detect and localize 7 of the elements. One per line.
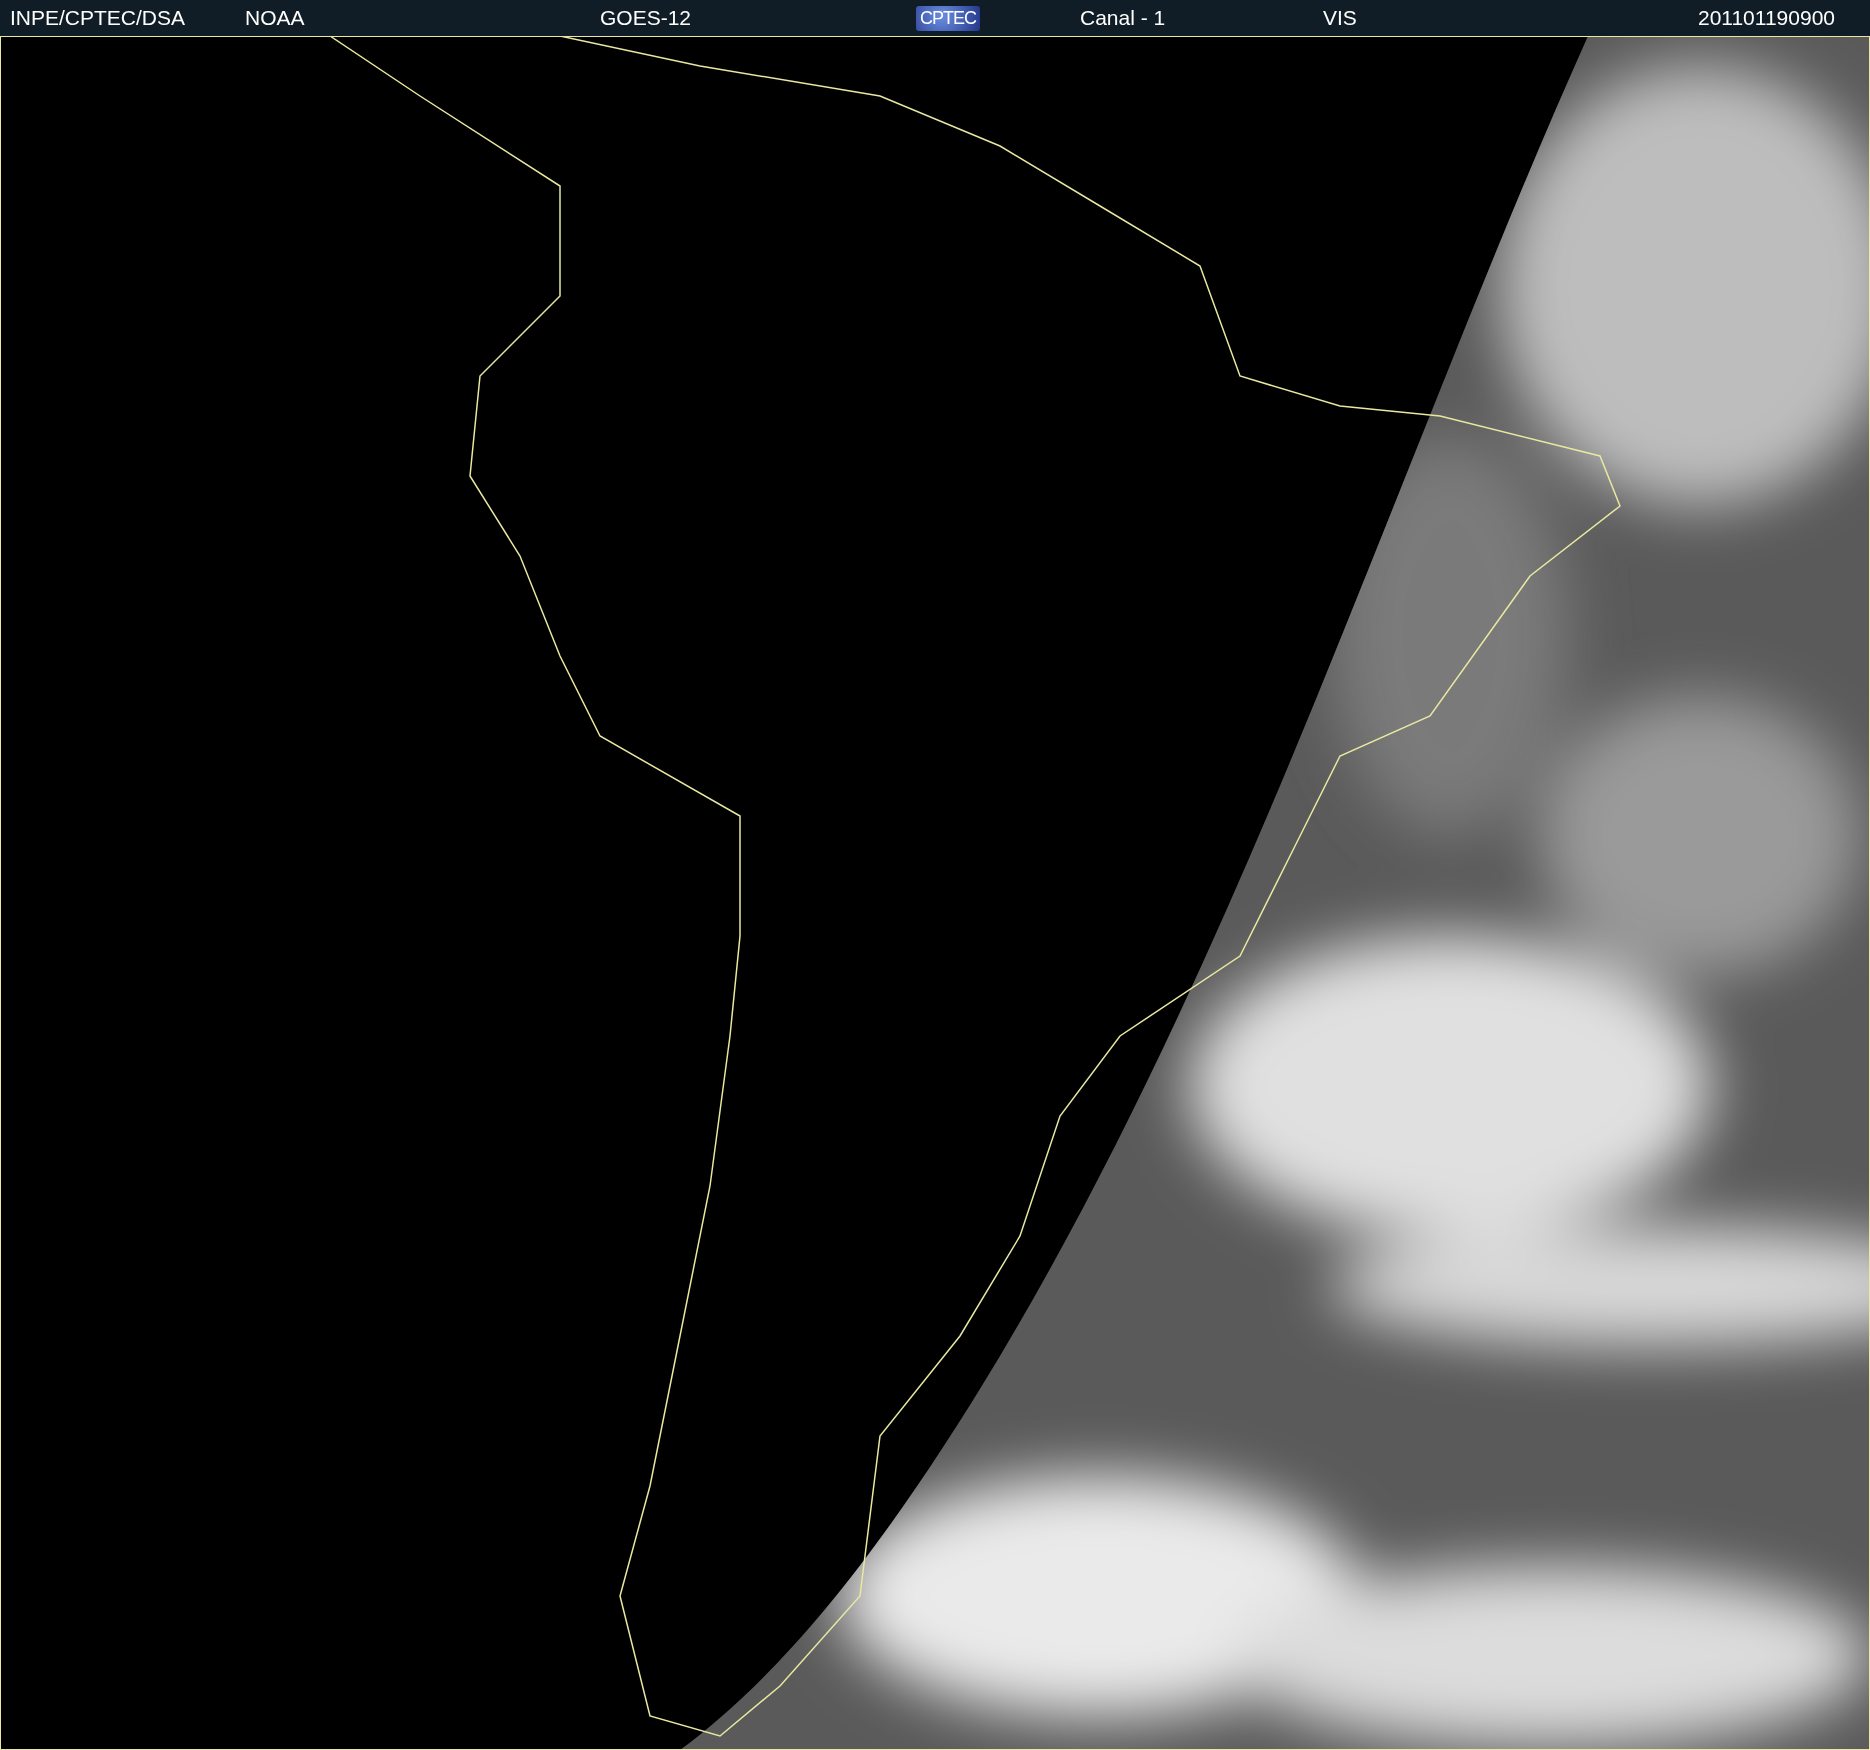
cptec-logo: CPTEC	[916, 5, 980, 31]
header-label: GOES-12	[600, 6, 692, 30]
header-label: Canal - 1	[1080, 6, 1166, 30]
header-label: INPE/CPTEC/DSA	[10, 6, 186, 30]
header-label: NOAA	[245, 6, 305, 30]
header-label: 201101190900	[1697, 6, 1835, 30]
header-label: VIS	[1323, 6, 1357, 30]
